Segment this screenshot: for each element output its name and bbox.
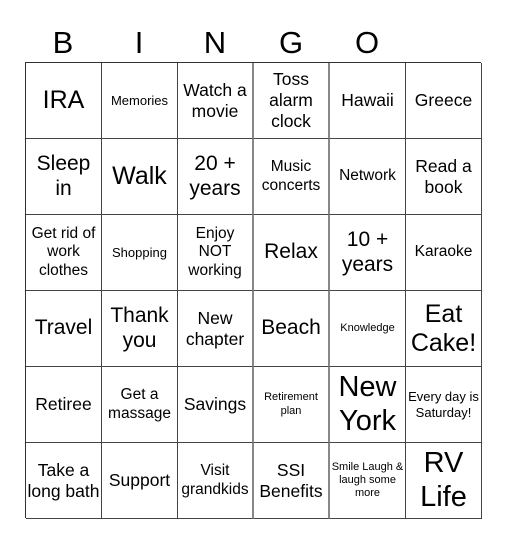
- bingo-cell[interactable]: Smile Laugh & laugh some more: [330, 443, 406, 519]
- bingo-cell[interactable]: Walk: [102, 139, 178, 215]
- bingo-cell[interactable]: Eat Cake!: [406, 291, 482, 367]
- bingo-cell[interactable]: Get rid of work clothes: [26, 215, 102, 291]
- bingo-cell[interactable]: IRA: [26, 63, 102, 139]
- bingo-cell[interactable]: Support: [102, 443, 178, 519]
- bingo-cell[interactable]: Relax: [254, 215, 330, 291]
- bingo-cell[interactable]: Retiree: [26, 367, 102, 443]
- bingo-cell[interactable]: SSI Benefits: [254, 443, 330, 519]
- bingo-cell[interactable]: Get a massage: [102, 367, 178, 443]
- header-letter-b: B: [52, 25, 74, 60]
- bingo-cell[interactable]: Shopping: [102, 215, 178, 291]
- bingo-cell[interactable]: Karaoke: [406, 215, 482, 291]
- header-letter-n: N: [203, 25, 227, 60]
- bingo-cell[interactable]: Knowledge: [330, 291, 406, 367]
- bingo-cell[interactable]: Retirement plan: [254, 367, 330, 443]
- bingo-cell[interactable]: Memories: [102, 63, 178, 139]
- bingo-cell[interactable]: New chapter: [178, 291, 254, 367]
- bingo-cell[interactable]: Music concerts: [254, 139, 330, 215]
- bingo-cell[interactable]: Visit grandkids: [178, 443, 254, 519]
- bingo-cell[interactable]: Take a long bath: [26, 443, 102, 519]
- bingo-cell[interactable]: Greece: [406, 63, 482, 139]
- bingo-cell[interactable]: Hawaii: [330, 63, 406, 139]
- header-letter-g: G: [278, 25, 304, 60]
- bingo-header: B I N G O: [25, 24, 405, 62]
- bingo-cell[interactable]: Beach: [254, 291, 330, 367]
- bingo-cell[interactable]: Sleep in: [26, 139, 102, 215]
- header-letter-o: O: [354, 25, 380, 60]
- bingo-cell[interactable]: RV Life: [406, 443, 482, 519]
- bingo-cell[interactable]: New York: [330, 367, 406, 443]
- bingo-cell[interactable]: Savings: [178, 367, 254, 443]
- bingo-cell[interactable]: Watch a movie: [178, 63, 254, 139]
- bingo-cell[interactable]: Every day is Saturday!: [406, 367, 482, 443]
- bingo-cell[interactable]: Enjoy NOT working: [178, 215, 254, 291]
- bingo-cell[interactable]: Network: [330, 139, 406, 215]
- header-letter-i: I: [134, 25, 144, 60]
- bingo-grid: IRA Memories Watch a movie Toss alarm cl…: [25, 62, 482, 519]
- bingo-cell[interactable]: Toss alarm clock: [254, 63, 330, 139]
- bingo-cell[interactable]: 20 + years: [178, 139, 254, 215]
- bingo-cell[interactable]: Thank you: [102, 291, 178, 367]
- bingo-cell[interactable]: Read a book: [406, 139, 482, 215]
- bingo-cell[interactable]: 10 + years: [330, 215, 406, 291]
- bingo-cell[interactable]: Travel: [26, 291, 102, 367]
